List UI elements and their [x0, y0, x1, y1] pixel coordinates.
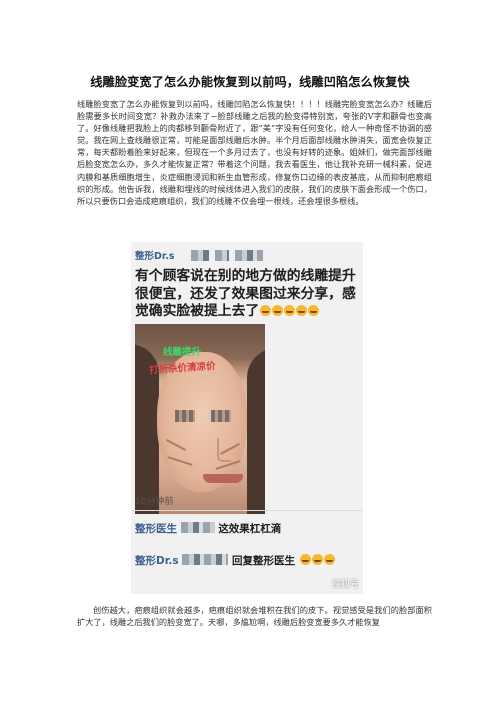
mouth — [203, 474, 243, 483]
hair-right — [247, 348, 265, 514]
page-title: 线雕脸变宽了怎么办能恢复到以前吗，线雕凹陷怎么恢复快 — [90, 75, 410, 89]
name-mosaic — [215, 250, 229, 261]
sender-name: 整形Dr.s — [135, 251, 175, 262]
laugh-cry-emoji-icon — [272, 305, 284, 316]
reply-comment-2: 整形Dr.s 回复整形医生 — [135, 554, 361, 568]
eye-mosaic — [175, 410, 195, 422]
laugh-cry-emoji-icon — [308, 305, 320, 316]
name-mosaic — [235, 250, 263, 261]
article-paragraph-2: 创伤越大，疤痕组织就会越多，疤痕组织就会堆积在我们的皮下。视觉感受是我们的脸部面… — [77, 605, 432, 628]
reply-author: 整形医生 — [135, 523, 177, 535]
photo-caption-green: 线雕提升 — [163, 347, 202, 358]
name-mosaic — [182, 554, 229, 565]
chat-screenshot-image: 整形Dr.s 有个顾客说在别的地方做的线雕提升很便宜，还发了效果图过来分享，感觉… — [131, 242, 363, 594]
scar-mark — [167, 456, 193, 466]
scar-mark — [165, 438, 187, 452]
article-paragraph-1: 线雕脸变宽了怎么办能恢复到以前吗，线雕凹陷怎么恢复快！！！！线雕完脸变宽怎么办？… — [77, 99, 432, 206]
eye-mosaic — [211, 410, 231, 422]
laugh-cry-emoji-icon — [299, 554, 311, 565]
message-time: 10分钟前 — [135, 497, 174, 507]
watermark-logo: 搜狐号 — [331, 580, 359, 590]
reply-comment-1: 整形医生 这效果杠杠滴 — [135, 522, 361, 536]
laugh-cry-emoji-icon — [323, 554, 335, 565]
face-photo: 线雕提升 打折杀价清凉价 — [135, 324, 265, 514]
laugh-cry-emoji-icon — [284, 305, 296, 316]
reply-author: 整形Dr.s — [135, 555, 179, 567]
reply-text: 这效果杠杠滴 — [218, 523, 282, 535]
laugh-cry-emoji-icon — [311, 554, 323, 565]
laugh-cry-emoji-icon — [296, 305, 308, 316]
laugh-cry-emoji-icon — [260, 305, 272, 316]
divider — [131, 510, 363, 511]
name-mosaic — [191, 250, 209, 261]
chat-message-text: 有个顾客说在别的地方做的线雕提升很便宜，还发了效果图过来分享，感觉确实脸被提上去… — [135, 268, 356, 319]
name-mosaic — [180, 522, 215, 533]
reply-text: 回复整形医生 — [231, 555, 295, 567]
chat-message: 有个顾客说在别的地方做的线雕提升很便宜，还发了效果图过来分享，感觉确实脸被提上去… — [135, 268, 357, 321]
